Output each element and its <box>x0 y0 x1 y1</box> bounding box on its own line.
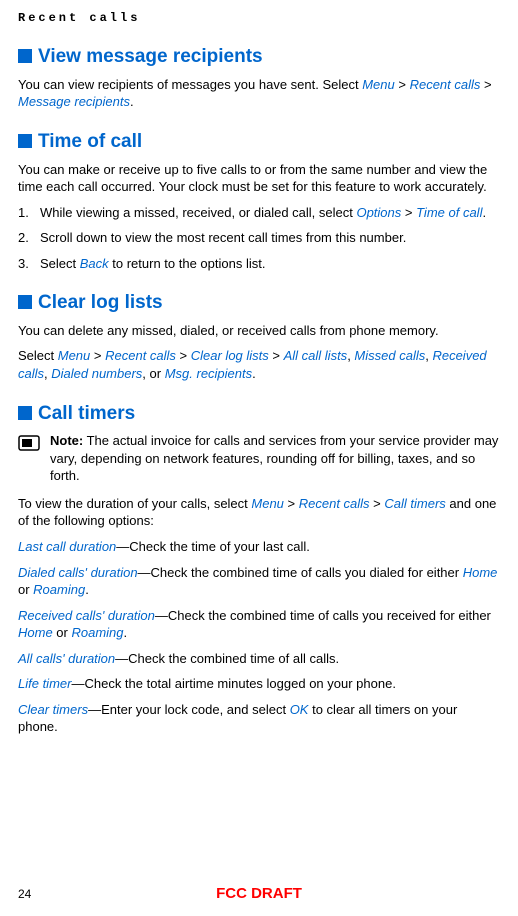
clear-log-lists-link: Clear log lists <box>191 348 269 363</box>
dialed-numbers-link: Dialed numbers <box>51 366 142 381</box>
text: > <box>370 496 385 511</box>
text: > <box>90 348 105 363</box>
recent-calls-link: Recent calls <box>299 496 370 511</box>
text: > <box>401 205 416 220</box>
option-item: Received calls' duration—Check the combi… <box>18 607 500 642</box>
text: > <box>176 348 191 363</box>
time-of-call-link: Time of call <box>416 205 482 220</box>
option-item: Dialed calls' duration—Check the combine… <box>18 564 500 599</box>
menu-link: Menu <box>362 77 395 92</box>
text: —Check the time of your last call. <box>116 539 310 554</box>
text: . <box>130 94 134 109</box>
square-icon <box>18 134 32 148</box>
text: > <box>480 77 491 92</box>
text: . <box>124 625 128 640</box>
received-calls-duration-link: Received calls' duration <box>18 608 155 623</box>
back-link: Back <box>80 256 109 271</box>
ordered-list: While viewing a missed, received, or dia… <box>18 204 500 273</box>
text: . <box>252 366 256 381</box>
section-heading-call-timers: Call timers <box>18 401 500 427</box>
option-item: Clear timers—Enter your lock code, and s… <box>18 701 500 736</box>
option-item: Last call duration—Check the time of you… <box>18 538 500 556</box>
text: You can view recipients of messages you … <box>18 77 362 92</box>
note-icon <box>18 434 42 457</box>
recent-calls-link: Recent calls <box>410 77 481 92</box>
square-icon <box>18 295 32 309</box>
heading-text: Time of call <box>38 131 142 152</box>
fcc-draft-label: FCC DRAFT <box>216 884 302 904</box>
text: While viewing a missed, received, or dia… <box>40 205 356 220</box>
text: to return to the options list. <box>109 256 266 271</box>
page-number: 24 <box>18 886 31 902</box>
msg-recipients-link: Msg. recipients <box>165 366 252 381</box>
last-call-duration-link: Last call duration <box>18 539 116 554</box>
ok-link: OK <box>290 702 309 717</box>
heading-text: View message recipients <box>38 46 263 67</box>
missed-calls-link: Missed calls <box>354 348 425 363</box>
paragraph: You can make or receive up to five calls… <box>18 161 500 196</box>
list-item: While viewing a missed, received, or dia… <box>18 204 500 222</box>
all-call-lists-link: All call lists <box>284 348 348 363</box>
square-icon <box>18 49 32 63</box>
note-block: Note: The actual invoice for calls and s… <box>18 432 500 485</box>
clear-timers-link: Clear timers <box>18 702 88 717</box>
section-heading-view-message: View message recipients <box>18 44 500 70</box>
roaming-link: Roaming <box>71 625 123 640</box>
text: Select <box>40 256 80 271</box>
paragraph: You can delete any missed, dialed, or re… <box>18 322 500 340</box>
options-link: Options <box>356 205 401 220</box>
all-calls-duration-link: All calls' duration <box>18 651 115 666</box>
call-timers-link: Call timers <box>384 496 445 511</box>
dialed-calls-duration-link: Dialed calls' duration <box>18 565 138 580</box>
list-item: Scroll down to view the most recent call… <box>18 229 500 247</box>
paragraph: Select Menu > Recent calls > Clear log l… <box>18 347 500 382</box>
text: Select <box>18 348 58 363</box>
text: > <box>395 77 410 92</box>
menu-link: Menu <box>58 348 91 363</box>
heading-text: Call timers <box>38 403 135 424</box>
text: —Check the combined time of calls you re… <box>155 608 491 623</box>
roaming-link: Roaming <box>33 582 85 597</box>
option-item: All calls' duration—Check the combined t… <box>18 650 500 668</box>
text: > <box>269 348 284 363</box>
text: To view the duration of your calls, sele… <box>18 496 251 511</box>
text: The actual invoice for calls and service… <box>50 433 498 483</box>
square-icon <box>18 406 32 420</box>
text: —Check the combined time of calls you di… <box>138 565 463 580</box>
paragraph: You can view recipients of messages you … <box>18 76 500 111</box>
text: . <box>85 582 89 597</box>
page-header: Recent calls <box>18 10 500 26</box>
text: , or <box>142 366 164 381</box>
section-heading-time-of-call: Time of call <box>18 129 500 155</box>
heading-text: Clear log lists <box>38 292 163 313</box>
text: —Check the total airtime minutes logged … <box>71 676 395 691</box>
text: > <box>284 496 299 511</box>
home-link: Home <box>18 625 53 640</box>
menu-link: Menu <box>251 496 284 511</box>
page-footer: 24 FCC DRAFT <box>0 886 518 902</box>
life-timer-link: Life timer <box>18 676 71 691</box>
note-label: Note: <box>50 433 83 448</box>
text: —Check the combined time of all calls. <box>115 651 339 666</box>
text: —Enter your lock code, and select <box>88 702 290 717</box>
home-link: Home <box>463 565 498 580</box>
section-heading-clear-log: Clear log lists <box>18 290 500 316</box>
text: or <box>53 625 72 640</box>
recent-calls-link: Recent calls <box>105 348 176 363</box>
text: or <box>18 582 33 597</box>
message-recipients-link: Message recipients <box>18 94 130 109</box>
note-text: Note: The actual invoice for calls and s… <box>50 432 500 485</box>
option-item: Life timer—Check the total airtime minut… <box>18 675 500 693</box>
list-item: Select Back to return to the options lis… <box>18 255 500 273</box>
paragraph: To view the duration of your calls, sele… <box>18 495 500 530</box>
text: . <box>482 205 486 220</box>
